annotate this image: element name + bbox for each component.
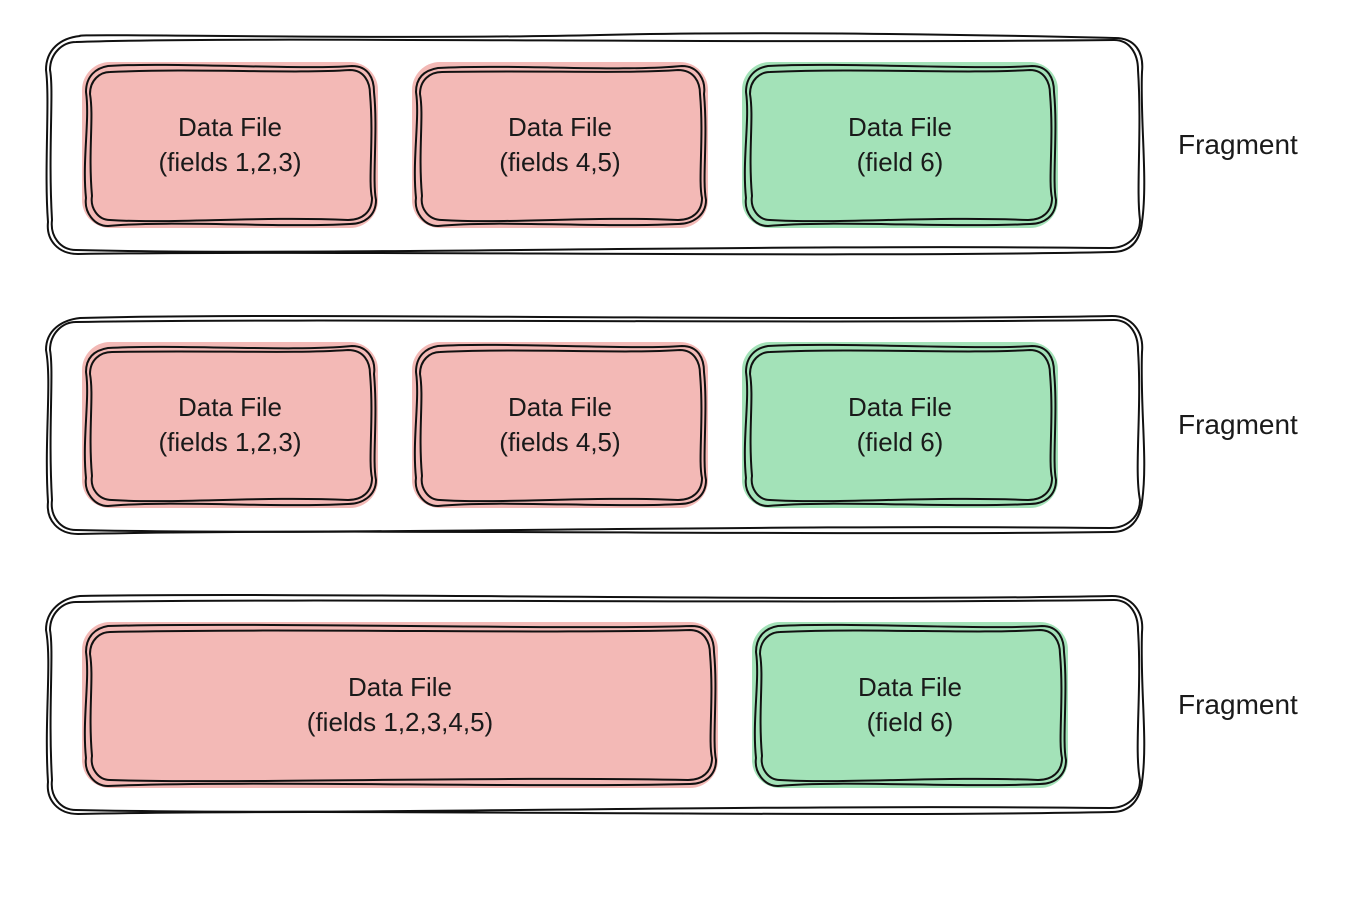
data-file-title: Data File <box>848 390 952 425</box>
diagram: Data File (fields 1,2,3) Data File (fiel… <box>20 20 1339 830</box>
fragment-row: Data File (fields 1,2,3,4,5) Data File (… <box>40 590 1319 820</box>
data-file-box: Data File (fields 1,2,3) <box>80 340 380 510</box>
data-file-title: Data File <box>178 110 282 145</box>
data-file-box: Data File (field 6) <box>740 340 1060 510</box>
data-file-box: Data File (fields 1,2,3,4,5) <box>80 620 720 790</box>
fragment-label: Fragment <box>1178 689 1298 721</box>
data-file-fields: (fields 1,2,3,4,5) <box>307 705 493 740</box>
fragment-container: Data File (fields 1,2,3,4,5) Data File (… <box>40 590 1150 820</box>
fragment-label: Fragment <box>1178 129 1298 161</box>
data-file-title: Data File <box>508 390 612 425</box>
fragment-container: Data File (fields 1,2,3) Data File (fiel… <box>40 310 1150 540</box>
fragment-container: Data File (fields 1,2,3) Data File (fiel… <box>40 30 1150 260</box>
data-file-fields: (fields 4,5) <box>499 425 620 460</box>
data-file-title: Data File <box>178 390 282 425</box>
data-file-title: Data File <box>508 110 612 145</box>
data-file-fields: (fields 4,5) <box>499 145 620 180</box>
data-file-fields: (field 6) <box>857 145 944 180</box>
data-file-box: Data File (fields 4,5) <box>410 60 710 230</box>
data-file-fields: (field 6) <box>867 705 954 740</box>
data-file-title: Data File <box>858 670 962 705</box>
data-file-box: Data File (fields 1,2,3) <box>80 60 380 230</box>
fragment-row: Data File (fields 1,2,3) Data File (fiel… <box>40 30 1319 260</box>
data-file-box: Data File (fields 4,5) <box>410 340 710 510</box>
data-file-box: Data File (field 6) <box>740 60 1060 230</box>
data-file-fields: (fields 1,2,3) <box>158 145 301 180</box>
data-file-fields: (fields 1,2,3) <box>158 425 301 460</box>
data-file-title: Data File <box>348 670 452 705</box>
fragment-label: Fragment <box>1178 409 1298 441</box>
fragment-row: Data File (fields 1,2,3) Data File (fiel… <box>40 310 1319 540</box>
data-file-title: Data File <box>848 110 952 145</box>
data-file-box: Data File (field 6) <box>750 620 1070 790</box>
data-file-fields: (field 6) <box>857 425 944 460</box>
